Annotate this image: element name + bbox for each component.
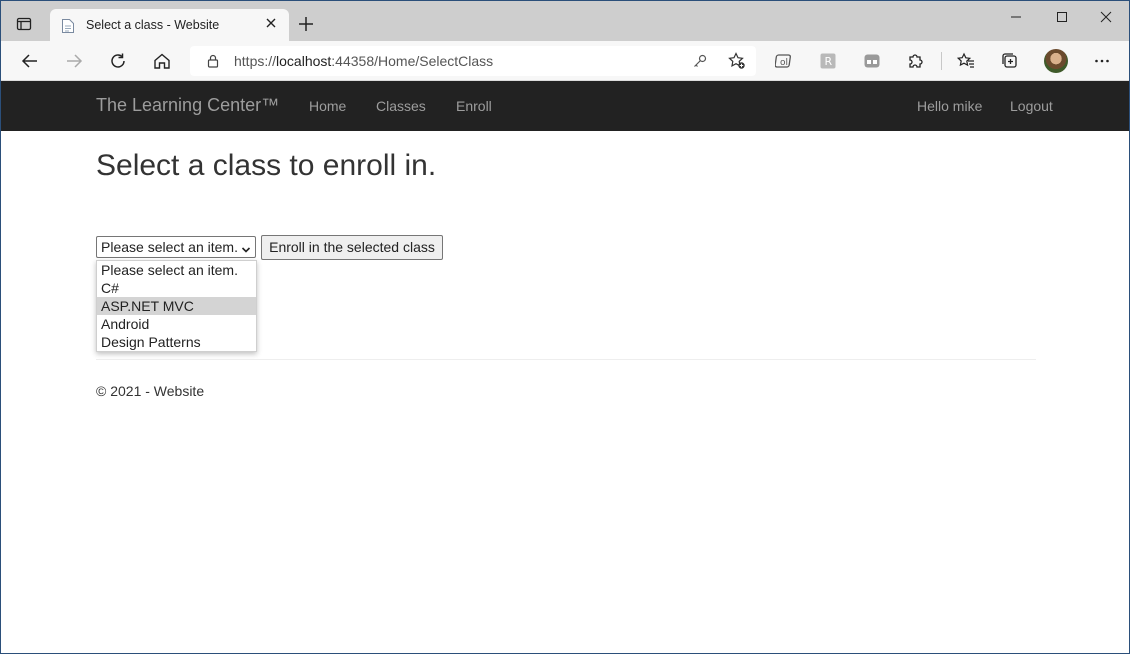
favorites-icon[interactable] xyxy=(955,50,977,72)
page-title: Select a class to enroll in. xyxy=(96,149,437,182)
option-label: C# xyxy=(101,280,119,296)
option-label: Design Patterns xyxy=(101,334,201,350)
page-icon xyxy=(61,18,75,34)
lock-icon[interactable] xyxy=(202,50,224,72)
url-text: https://localhost:44358/Home/SelectClass xyxy=(234,53,493,69)
option-label: Android xyxy=(101,316,150,332)
browser-window: Select a class - Website https://localho… xyxy=(0,0,1130,654)
chevron-down-icon xyxy=(241,242,251,253)
option-label: Please select an item. xyxy=(101,262,238,278)
enroll-button[interactable]: Enroll in the selected class xyxy=(261,235,443,260)
site-navbar: The Learning Center™ Home Classes Enroll… xyxy=(1,81,1129,131)
puzzle-icon[interactable] xyxy=(905,50,927,72)
class-select-dropdown: Please select an item. C# ASP.NET MVC An… xyxy=(96,260,257,352)
select-option[interactable]: Android xyxy=(97,315,256,333)
class-select[interactable]: Please select an item. xyxy=(96,236,256,258)
maximize-icon[interactable] xyxy=(1039,7,1085,27)
extension-icon-2[interactable]: R xyxy=(817,50,839,72)
select-option[interactable]: C# xyxy=(97,279,256,297)
svg-text:R: R xyxy=(825,55,833,68)
select-option-highlighted[interactable]: ASP.NET MVC xyxy=(97,297,256,315)
extension-icon-3[interactable] xyxy=(861,50,883,72)
close-icon[interactable] xyxy=(263,17,279,33)
nav-enroll[interactable]: Enroll xyxy=(456,98,492,114)
browser-toolbar: https://localhost:44358/Home/SelectClass… xyxy=(1,41,1129,81)
toolbar-divider xyxy=(941,52,942,70)
extension-icon-1[interactable]: ol xyxy=(773,50,795,72)
user-greeting[interactable]: Hello mike xyxy=(917,98,982,114)
site-brand[interactable]: The Learning Center™ xyxy=(96,95,279,116)
tab-title: Select a class - Website xyxy=(86,18,220,32)
refresh-icon[interactable] xyxy=(107,50,129,72)
window-close-icon[interactable] xyxy=(1083,7,1129,27)
option-label: ASP.NET MVC xyxy=(101,298,194,314)
select-option[interactable]: Design Patterns xyxy=(97,333,256,351)
collections-icon[interactable] xyxy=(999,50,1021,72)
url-host: localhost xyxy=(276,53,332,69)
more-icon[interactable] xyxy=(1091,50,1113,72)
address-bar[interactable]: https://localhost:44358/Home/SelectClass xyxy=(190,46,756,76)
nav-home[interactable]: Home xyxy=(309,98,346,114)
svg-text:ol: ol xyxy=(780,58,788,68)
tab-actions-icon[interactable] xyxy=(13,13,35,35)
plus-icon[interactable] xyxy=(297,15,317,35)
url-path: :44358/Home/SelectClass xyxy=(331,53,494,69)
minimize-icon[interactable] xyxy=(993,7,1039,27)
forward-arrow-icon[interactable] xyxy=(63,50,85,72)
class-select-value: Please select an item. xyxy=(101,239,238,255)
home-icon[interactable] xyxy=(151,50,173,72)
url-prefix: https:// xyxy=(234,53,277,69)
logout-link[interactable]: Logout xyxy=(1010,98,1053,114)
nav-classes[interactable]: Classes xyxy=(376,98,426,114)
footer-divider xyxy=(96,359,1036,360)
browser-tab[interactable]: Select a class - Website xyxy=(50,9,289,42)
tab-bar: Select a class - Website xyxy=(1,1,1129,42)
back-arrow-icon[interactable] xyxy=(19,50,41,72)
key-icon[interactable] xyxy=(689,50,711,72)
star-add-icon[interactable] xyxy=(726,50,748,72)
footer-text: © 2021 - Website xyxy=(96,383,205,399)
profile-avatar[interactable] xyxy=(1044,49,1068,73)
select-option[interactable]: Please select an item. xyxy=(97,261,256,279)
